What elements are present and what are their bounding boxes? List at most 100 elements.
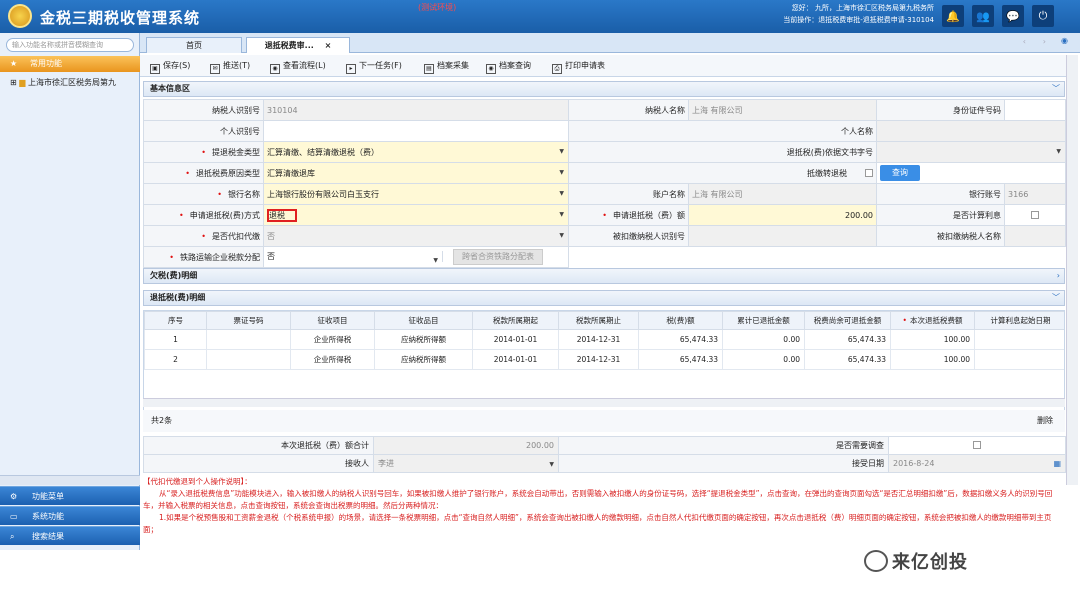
next-task-button[interactable]: ▸ 下一任务(F) (346, 59, 402, 74)
push-button[interactable]: ✉ 推送(T) (210, 59, 251, 74)
total-label: 本次退抵税（费）额合计 (143, 436, 374, 455)
instructions-p2: 1.如果是个税预售股和工资薪金退税（个税系统申报）的场景，请选择一条税票明细，点… (143, 513, 1052, 534)
section-basic-info[interactable]: 基本信息区 ﹀ (143, 81, 1065, 97)
next-icon: ▸ (346, 64, 356, 74)
print-form-button[interactable]: ⎙ 打印申请表 (552, 59, 605, 74)
current-operation: 当前操作：退抵税费审批-退抵税费申请-310104 (783, 16, 934, 24)
railway-select[interactable]: 否 (267, 251, 443, 264)
save-button[interactable]: ▣ 保存(S) (150, 59, 190, 74)
close-icon[interactable]: × (325, 41, 332, 50)
col-header[interactable]: 税款所属期止 (558, 311, 639, 330)
tab-refund-application[interactable]: 退抵税费审... × (246, 37, 350, 53)
tab-bar: 首页 退抵税费审... × ‹ › ◉ (140, 33, 1080, 53)
col-header[interactable]: 征收品目 (374, 311, 473, 330)
cell-ticket (206, 329, 291, 350)
archive-collect-button[interactable]: ▤ 档案采集 (424, 59, 469, 74)
col-header[interactable]: 累计已退抵金额 (722, 311, 805, 330)
col-header[interactable]: • 本次退抵税费额 (890, 311, 975, 330)
cell-current[interactable]: 100.00 (890, 329, 975, 350)
instructions-title: 【代扣代缴退到个人操作说明】： (143, 477, 252, 486)
railway-select-cell: 否跨省合资铁路分配表 (263, 246, 569, 268)
table-row[interactable]: 2 企业所得税 应纳税所得额 2014-01-01 2014-12-31 65,… (144, 349, 1064, 370)
document-no-select[interactable] (876, 141, 1066, 163)
menu-function[interactable]: ⚙ 功能菜单 (0, 486, 140, 505)
section-title: 退抵税(费)明细 (150, 293, 206, 302)
tab-menu-icon[interactable]: ◉ (1061, 36, 1068, 45)
cell-item: 企业所得税 (290, 349, 375, 370)
menu-label: 搜索结果 (32, 532, 64, 541)
cell-current[interactable]: 100.00 (890, 349, 975, 370)
calendar-icon[interactable]: ▦ (1053, 459, 1061, 468)
col-header[interactable]: 税费尚余可退抵金额 (804, 311, 891, 330)
col-header[interactable]: 序号 (144, 311, 207, 330)
menu-search-results[interactable]: ⌕ 搜索结果 (0, 526, 140, 545)
account-name-field: 上海 有限公司 (688, 183, 877, 205)
col-header[interactable]: 票证号码 (206, 311, 291, 330)
cell-refunded: 0.00 (722, 329, 805, 350)
bank-name-label: • 银行名称 (143, 183, 264, 205)
mail-icon: ✉ (210, 64, 220, 74)
section-arrears[interactable]: 欠税(费)明细 › (143, 268, 1065, 284)
push-label: 推送(T) (223, 61, 251, 70)
basic-info-form: 纳税人识别号 310104 纳税人名称 上海 有限公司 身份证件号码 个人识别号… (143, 99, 1066, 268)
personal-name-label: 个人名称 (568, 120, 877, 142)
view-flow-button[interactable]: ◉ 查看流程(L) (270, 59, 326, 74)
save-icon: ▣ (150, 64, 160, 74)
taxpayer-id-field: 310104 (263, 99, 569, 121)
delete-button[interactable]: 删除 (1037, 410, 1053, 432)
refund-method-select[interactable]: 退税 (263, 204, 569, 226)
cell-seq: 1 (144, 329, 207, 350)
refund-amount-label: • 申请退抵税（费）额 (568, 204, 689, 226)
calc-interest-checkbox[interactable] (1031, 210, 1039, 219)
col-header[interactable]: 税(费)额 (638, 311, 723, 330)
grid-horizontal-scrollbar[interactable] (143, 398, 1065, 407)
tree-item[interactable]: ⊞ ▆ 上海市徐汇区税务局第九 (10, 77, 138, 88)
bank-name-select[interactable]: 上海银行股份有限公司白玉支行 (263, 183, 569, 205)
withheld-id-field (688, 225, 877, 247)
receive-date-field[interactable]: 2016-8-24 ▦ (888, 454, 1066, 473)
col-header[interactable]: 税款所属期起 (472, 311, 559, 330)
receiver-select[interactable]: 李进 (373, 454, 559, 473)
col-header[interactable]: 计算利息起始日期 (974, 311, 1064, 330)
page-scrollbar[interactable] (1066, 55, 1078, 485)
grid-footer: 共2条 删除 (143, 410, 1065, 432)
offset-refund-checkbox[interactable] (865, 168, 873, 177)
section-title: 欠税(费)明细 (150, 271, 198, 280)
chevron-right-icon[interactable]: › (1043, 37, 1046, 46)
personal-id-input[interactable] (263, 120, 569, 142)
bell-icon[interactable]: 🔔 (942, 5, 964, 27)
function-search-input[interactable]: 输入功能名称或拼音模糊查询 (6, 38, 134, 52)
chevron-down-icon[interactable]: ﹀ (1052, 291, 1060, 305)
survey-label: 是否需要调查 (558, 436, 889, 455)
chevron-left-icon[interactable]: ‹ (1023, 37, 1026, 46)
col-header[interactable]: 征收项目 (290, 311, 375, 330)
app-title: 金税三期税收管理系统 (40, 9, 201, 27)
refund-type-select[interactable]: 汇算清缴、结算清缴退税（费） (263, 141, 569, 163)
expand-icon[interactable]: ⊞ (10, 78, 17, 87)
archive-query-button[interactable]: ◉ 档案查询 (486, 59, 531, 74)
tab-label: 退抵税费审... (264, 41, 314, 50)
survey-checkbox[interactable] (973, 441, 981, 449)
menu-system[interactable]: ▭ 系统功能 (0, 506, 140, 525)
sidebar-scrollbar[interactable] (0, 475, 140, 485)
users-icon[interactable]: 👥 (972, 5, 994, 27)
common-functions-header[interactable]: ★ 常用功能 (0, 56, 140, 72)
reason-type-select[interactable]: 汇算清缴退库 (263, 162, 569, 184)
message-icon[interactable]: 💬 (1002, 5, 1024, 27)
query-button[interactable]: 查询 (880, 165, 920, 181)
view-flow-label: 查看流程(L) (283, 61, 326, 70)
chevron-down-icon[interactable]: ﹀ (1052, 82, 1060, 96)
id-number-input[interactable] (1004, 99, 1066, 121)
chevron-right-icon[interactable]: › (1057, 269, 1060, 283)
railway-allocation-button[interactable]: 跨省合资铁路分配表 (453, 249, 543, 265)
withheld-name-label: 被扣缴纳税人名称 (876, 225, 1005, 247)
tab-home[interactable]: 首页 (146, 37, 242, 53)
table-row[interactable]: 1 企业所得税 应纳税所得额 2014-01-01 2014-12-31 65,… (144, 329, 1064, 350)
common-functions-label: 常用功能 (30, 59, 62, 68)
section-refund-detail[interactable]: 退抵税(费)明细 ﹀ (143, 290, 1065, 306)
withholding-select[interactable]: 否 (263, 225, 569, 247)
power-icon[interactable]: ⏻ (1032, 5, 1054, 27)
cell-subitem: 应纳税所得额 (374, 329, 473, 350)
search-icon: ⌕ (10, 532, 15, 541)
refund-amount-input[interactable]: 200.00 (688, 204, 877, 226)
